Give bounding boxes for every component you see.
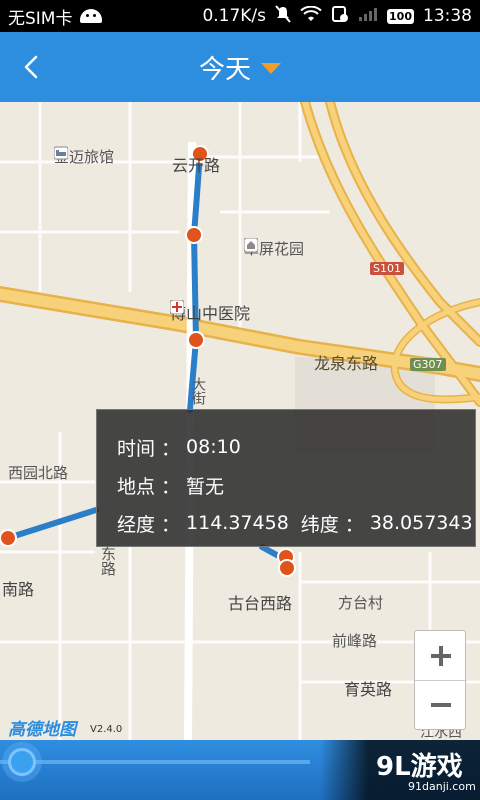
road-yunfang: 云开路: [172, 156, 221, 175]
header-bar: 今天: [0, 32, 480, 102]
road-longquan-east: 龙泉东路: [314, 354, 379, 373]
page-title: 今天: [198, 54, 251, 85]
triangle-down-icon: [261, 62, 281, 74]
carrier-text: 无SIM卡: [8, 8, 73, 29]
latitude-label: 纬度: [300, 513, 339, 536]
longitude-value: 114.37458: [186, 512, 289, 534]
longitude-colon: ：: [161, 513, 181, 536]
highway-s101-badge: S101: [370, 262, 404, 275]
zoom-out-button[interactable]: [415, 680, 467, 729]
road-qianfeng: 前峰路: [332, 632, 378, 650]
status-bar: 无SIM卡 0.17K/s 100 13:38: [0, 0, 480, 32]
latitude-colon: ：: [344, 513, 364, 536]
popup-time-row: 时间 ： 08:10: [117, 428, 475, 466]
latitude-value: 38.057343: [369, 512, 473, 534]
time-label: 时间: [117, 437, 156, 460]
watermark-site: 91danji.com: [408, 780, 476, 793]
mute-icon: [275, 4, 291, 28]
back-button[interactable]: [14, 50, 48, 84]
wifi-icon: [300, 5, 322, 27]
road-yuying: 育英路: [344, 680, 393, 699]
road-south: 南路: [2, 580, 35, 599]
time-colon: ：: [161, 437, 181, 460]
road-street-vertical: 大街: [190, 377, 206, 405]
place-fangtai-village: 方台村: [338, 594, 384, 612]
network-speed: 0.17K/s: [202, 6, 267, 26]
map-version: V2.4.0: [90, 724, 123, 735]
amap-logo: 高德地图: [8, 720, 76, 740]
plus-icon: [431, 645, 451, 666]
battery-icon: 100: [387, 8, 414, 24]
location-info-popup: 时间 ： 08:10 地点 ： 暂无 经度 ： 114.37458 纬度 ： 3…: [96, 409, 476, 547]
zoom-controls: [414, 630, 467, 730]
house-icon: [244, 238, 258, 252]
watermark-title: 9L游戏: [376, 752, 463, 782]
watermark: 9L游戏 91danji.com: [320, 740, 480, 800]
poi-hotel[interactable]: 金迈旅馆: [54, 146, 114, 167]
signal-icon: [358, 6, 378, 27]
time-value: 08:10: [186, 436, 241, 458]
bed-icon: [54, 146, 68, 160]
playback-slider-track[interactable]: [0, 760, 310, 764]
popup-coords-row: 经度 ： 114.37458 纬度 ： 38.057343: [117, 504, 475, 542]
road-gutai-west: 古台西路: [228, 594, 293, 613]
hospital-icon: [170, 300, 184, 314]
poi-hospital[interactable]: 傅山中医院: [170, 300, 250, 324]
longitude-label: 经度: [117, 513, 156, 536]
android-icon: [80, 9, 103, 23]
popup-place-row: 地点 ： 暂无: [117, 466, 475, 504]
zoom-in-button[interactable]: [415, 631, 467, 680]
minus-icon: [431, 703, 451, 707]
place-label: 地点: [117, 475, 156, 498]
poi-garden[interactable]: 翠屏花园: [244, 238, 304, 259]
clock: 13:38: [423, 6, 472, 26]
highway-g307-badge: G307: [410, 358, 446, 371]
no-sim-icon: [331, 5, 349, 28]
road-xiyuan-north: 西园北路: [8, 464, 69, 482]
place-colon: ：: [161, 475, 181, 498]
chevron-left-icon: [24, 55, 38, 79]
playback-slider-handle[interactable]: [8, 748, 36, 776]
place-value: 暂无: [186, 475, 225, 498]
date-dropdown[interactable]: 今天: [199, 49, 281, 86]
road-east-vertical: 东路: [99, 546, 117, 576]
